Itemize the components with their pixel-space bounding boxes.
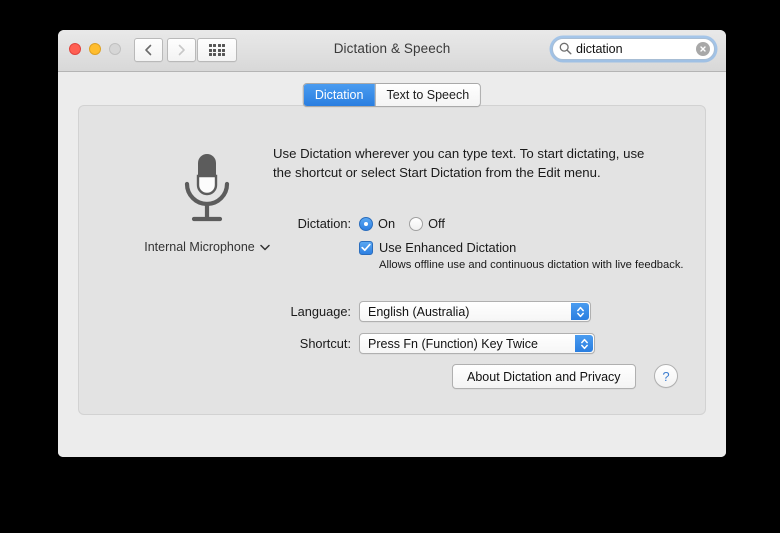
dictation-radio-off[interactable]: Off <box>409 216 445 231</box>
language-row: Language: English (Australia) <box>273 301 591 322</box>
updown-chevron-icon <box>575 335 593 352</box>
language-value: English (Australia) <box>360 305 495 319</box>
dictation-description: Use Dictation wherever you can type text… <box>273 145 663 182</box>
system-preferences-window: Dictation & Speech <box>58 30 726 457</box>
dictation-label: Dictation: <box>273 216 351 231</box>
radio-on-indicator <box>359 217 373 231</box>
shortcut-popup-button[interactable]: Press Fn (Function) Key Twice <box>359 333 595 354</box>
clear-icon <box>699 45 707 53</box>
screen: Dictation & Speech <box>0 0 780 533</box>
tab-bar: Dictation Text to Speech <box>303 83 481 107</box>
radio-on-label: On <box>378 216 395 231</box>
dictation-radio-on[interactable]: On <box>359 216 395 231</box>
microphone-icon <box>117 152 297 233</box>
microphone-label: Internal Microphone <box>144 240 254 254</box>
preferences-panel: Internal Microphone Use Dictation wherev… <box>78 105 706 415</box>
enhanced-dictation-checkbox[interactable] <box>359 241 373 255</box>
radio-off-label: Off <box>428 216 445 231</box>
about-dictation-and-privacy-button[interactable]: About Dictation and Privacy <box>452 364 636 389</box>
language-label: Language: <box>273 304 351 319</box>
search-input[interactable] <box>576 41 693 57</box>
enhanced-dictation-label: Use Enhanced Dictation <box>379 240 516 255</box>
radio-off-indicator <box>409 217 423 231</box>
tab-text-to-speech[interactable]: Text to Speech <box>374 84 480 106</box>
search-icon <box>559 42 572 60</box>
shortcut-label: Shortcut: <box>273 336 351 351</box>
enhanced-dictation-description: Allows offline use and continuous dictat… <box>379 258 726 273</box>
updown-chevron-icon <box>571 303 589 320</box>
tab-dictation[interactable]: Dictation <box>304 84 375 106</box>
titlebar: Dictation & Speech <box>58 30 726 72</box>
shortcut-row: Shortcut: Press Fn (Function) Key Twice <box>273 333 595 354</box>
enhanced-dictation-checkbox-row[interactable]: Use Enhanced Dictation <box>359 240 516 255</box>
language-popup-button[interactable]: English (Australia) <box>359 301 591 322</box>
chevron-down-icon <box>260 240 270 254</box>
clear-search-button[interactable] <box>696 42 710 56</box>
microphone-block: Internal Microphone <box>117 152 297 256</box>
search-field-wrapper <box>552 38 715 60</box>
checkmark-icon <box>361 239 371 257</box>
shortcut-value: Press Fn (Function) Key Twice <box>360 337 564 351</box>
microphone-selector[interactable]: Internal Microphone <box>144 240 269 254</box>
dictation-row: Dictation: On Off <box>273 216 445 231</box>
help-button[interactable]: ? <box>654 364 678 388</box>
dictation-radio-group: On Off <box>359 216 445 231</box>
window-body: Dictation Text to Speech <box>58 72 726 457</box>
